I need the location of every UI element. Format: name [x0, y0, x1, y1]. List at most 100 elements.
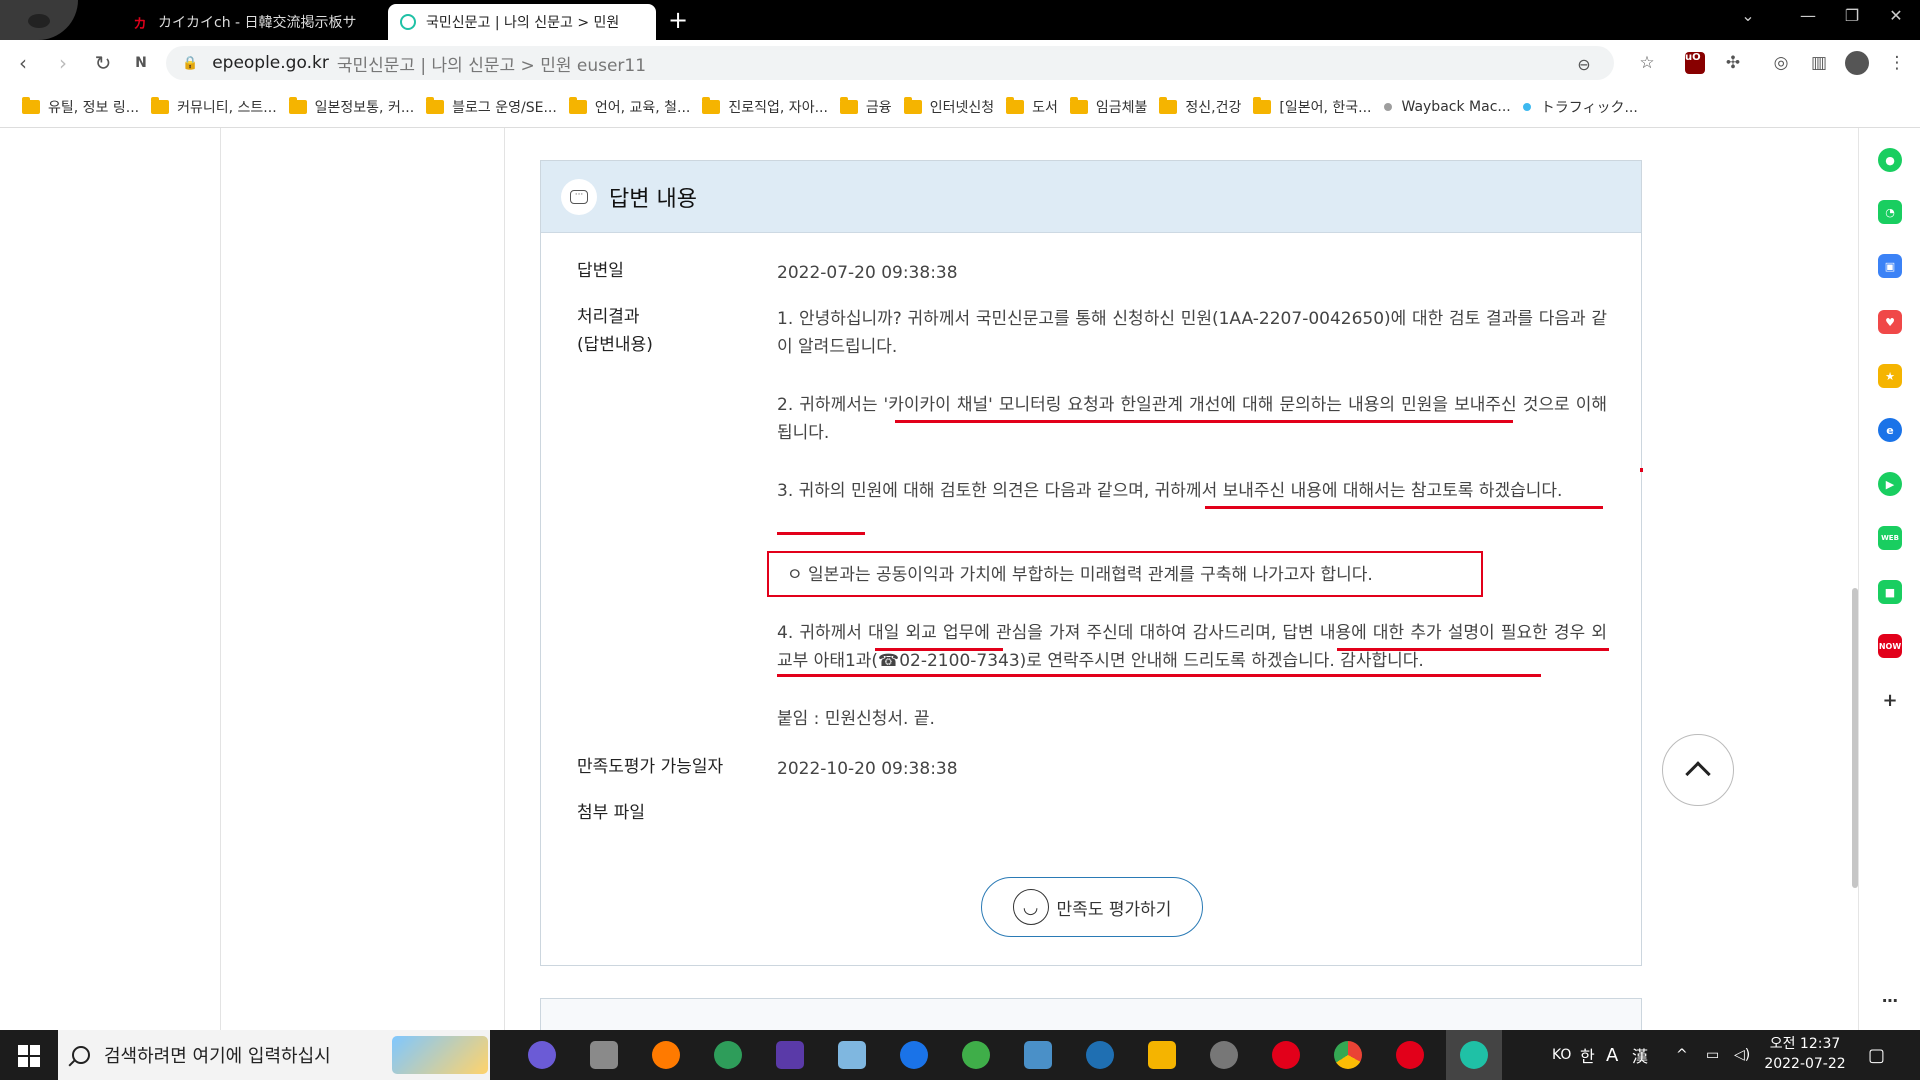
volume-icon[interactable]: ◁)	[1734, 1030, 1750, 1080]
zoom-icon[interactable]: ⊖	[1572, 52, 1596, 76]
network-icon[interactable]: ▭	[1706, 1030, 1719, 1080]
tab-search-chevron-icon[interactable]: ⌄	[1728, 6, 1768, 25]
windows-start-icon[interactable]	[18, 1045, 40, 1067]
back-arrow-icon[interactable]: ‹	[8, 48, 38, 78]
search-placeholder: 검색하려면 여기에 입력하십시	[104, 1046, 331, 1067]
naver-n-icon[interactable]: N	[126, 48, 156, 78]
scroll-to-top-button[interactable]	[1662, 734, 1734, 806]
satisfaction-date-label: 만족도평가 가능일자	[577, 757, 724, 777]
app-icon[interactable]	[1272, 1041, 1300, 1069]
bookmark-folder[interactable]: 금융	[839, 96, 892, 117]
ime-hangul[interactable]: 한	[1580, 1030, 1595, 1080]
ime-ko[interactable]: KO	[1552, 1030, 1571, 1080]
naver-green-icon[interactable]: ●	[1878, 148, 1902, 172]
bookmark-folder[interactable]: 일본정보통, 커...	[288, 96, 414, 117]
restore-icon[interactable]: ❐	[1832, 6, 1872, 25]
bookmark-star-icon[interactable]: ☆	[1632, 48, 1662, 78]
app-icon[interactable]	[528, 1041, 556, 1069]
bookmark-folder[interactable]: 언어, 교육, 철...	[568, 96, 690, 117]
file-explorer-icon[interactable]	[1148, 1041, 1176, 1069]
close-icon[interactable]: ✕	[1876, 6, 1916, 25]
settings-gear-icon[interactable]	[1210, 1041, 1238, 1069]
bookmark-link[interactable]: トラフィック...	[1522, 97, 1638, 117]
tab-kaikai[interactable]: カ カイカイch - 日韓交流掲示板サ	[120, 4, 380, 40]
ime-hanja[interactable]: 漢	[1632, 1030, 1648, 1080]
bookmark-link[interactable]: Wayback Mac...	[1383, 99, 1511, 115]
minimize-icon[interactable]: —	[1788, 6, 1828, 25]
answer-date-label: 답변일	[577, 261, 624, 281]
play-icon[interactable]: ▶	[1878, 472, 1902, 496]
webtoon-icon[interactable]: WEB	[1878, 526, 1902, 550]
bookmark-folder[interactable]: 도서	[1006, 96, 1058, 117]
bookmark-folder[interactable]: 임금체불	[1069, 96, 1147, 117]
right-sidebar: ● ◔ ▣ ♥ ★ e ▶ WEB ■ NOW + ⋯	[1858, 128, 1920, 1030]
answer-paragraph-1: 1. 안녕하십니까? 귀하께서 국민신문고를 통해 신청하신 민원(1AA-22…	[777, 309, 1607, 357]
magnifier-app-icon[interactable]	[652, 1041, 680, 1069]
whale-browser-icon[interactable]	[1460, 1041, 1488, 1069]
left-divider	[220, 128, 221, 1030]
windows-taskbar: 검색하려면 여기에 입력하십시 KO 한 A 漢 ^ ▭ ◁) 오전 12:37…	[0, 1030, 1920, 1080]
menu-kebab-icon[interactable]: ⋮	[1882, 48, 1912, 78]
edge-taskbar-icon[interactable]	[1086, 1041, 1114, 1069]
screenshot-icon[interactable]: ◎	[1766, 48, 1796, 78]
browser-toolbar: ‹ › ↻ N 🔒 epeople.go.kr 국민신문고 | 나의 신문고 >…	[0, 40, 1920, 86]
bookmark-folder[interactable]: 블로그 운영/SE...	[426, 96, 557, 117]
app-icon[interactable]	[1396, 1041, 1424, 1069]
extensions-puzzle-icon[interactable]: ✣	[1718, 48, 1748, 78]
bookmark-folder[interactable]: 유틸, 정보 링...	[22, 96, 139, 117]
calculator-icon[interactable]	[590, 1041, 618, 1069]
briefcase-icon[interactable]: ▣	[1878, 254, 1902, 278]
ublock-icon[interactable]: uO	[1680, 48, 1710, 78]
folder-icon	[426, 96, 445, 114]
next-section-card	[540, 998, 1642, 1030]
taskbar-clock[interactable]: 오전 12:37 2022-07-22	[1762, 1034, 1848, 1074]
now-icon[interactable]: NOW	[1878, 634, 1902, 658]
more-dots-icon[interactable]: ⋯	[1878, 988, 1902, 1012]
profile-icon[interactable]	[1842, 48, 1872, 78]
app-icon[interactable]	[776, 1041, 804, 1069]
ime-alpha[interactable]: A	[1606, 1030, 1618, 1080]
folder-icon	[568, 96, 587, 114]
notification-bell-icon[interactable]: ◔	[1878, 200, 1902, 224]
result-sublabel: (답변내용)	[577, 335, 653, 355]
folder-icon	[1159, 96, 1178, 114]
star-icon[interactable]: ★	[1878, 364, 1902, 388]
chrome-icon[interactable]	[1334, 1041, 1362, 1069]
bookmark-folder[interactable]: [일본어, 한국...	[1253, 96, 1372, 117]
rate-satisfaction-button[interactable]: ◡ 만족도 평가하기	[981, 877, 1203, 937]
add-plus-icon[interactable]: +	[1878, 688, 1902, 712]
folder-icon	[22, 96, 40, 114]
folder-icon	[1006, 96, 1025, 114]
folder-icon	[288, 96, 307, 114]
kaikai-favicon-icon: カ	[133, 16, 147, 32]
profile-avatar-icon[interactable]	[0, 0, 78, 40]
bookmark-folder[interactable]: 진로직업, 자아...	[702, 96, 828, 117]
edge-icon[interactable]: e	[1878, 418, 1902, 442]
app-icon[interactable]	[962, 1041, 990, 1069]
folder-icon	[839, 96, 858, 114]
red-underline	[777, 532, 865, 535]
page-content: ··· 답변 내용 답변일 2022-07-20 09:38:38 처리결과 (…	[0, 128, 1858, 1030]
notification-center-icon[interactable]: ▢	[1868, 1030, 1885, 1080]
answer-attachment-note: 붙임 : 민원신청서. 끝.	[777, 709, 935, 729]
folder-icon	[151, 96, 170, 114]
square-app-icon[interactable]: ■	[1878, 580, 1902, 604]
tray-chevron-icon[interactable]: ^	[1676, 1030, 1688, 1080]
reload-icon[interactable]: ↻	[88, 48, 118, 78]
tab-epeople[interactable]: 국민신문고 | 나의 신문고 > 민원	[388, 4, 656, 40]
globe-app-icon[interactable]	[714, 1041, 742, 1069]
attachment-label: 첨부 파일	[577, 803, 645, 823]
bookmark-folder[interactable]: 커뮤니티, 스트...	[151, 96, 277, 117]
pocket-icon[interactable]: ♥	[1878, 310, 1902, 334]
app-icon[interactable]	[1024, 1041, 1052, 1069]
app-icon[interactable]	[900, 1041, 928, 1069]
address-bar[interactable]: 🔒 epeople.go.kr 국민신문고 | 나의 신문고 > 민원 euse…	[166, 46, 1614, 80]
bookmark-folder[interactable]: 정신,건강	[1159, 96, 1241, 117]
forward-arrow-icon[interactable]: ›	[48, 48, 78, 78]
bookmark-folder[interactable]: 인터넷신청	[903, 96, 994, 117]
side-panel-icon[interactable]: ▥	[1804, 48, 1834, 78]
new-tab-plus-icon[interactable]: +	[664, 6, 692, 34]
answer-paragraph-4: 4. 귀하께서 대일 외교 업무에 관심을 가져 주신데 대하여 감사드리며, …	[777, 623, 1607, 671]
folder-icon	[1253, 96, 1272, 114]
app-icon[interactable]	[838, 1041, 866, 1069]
